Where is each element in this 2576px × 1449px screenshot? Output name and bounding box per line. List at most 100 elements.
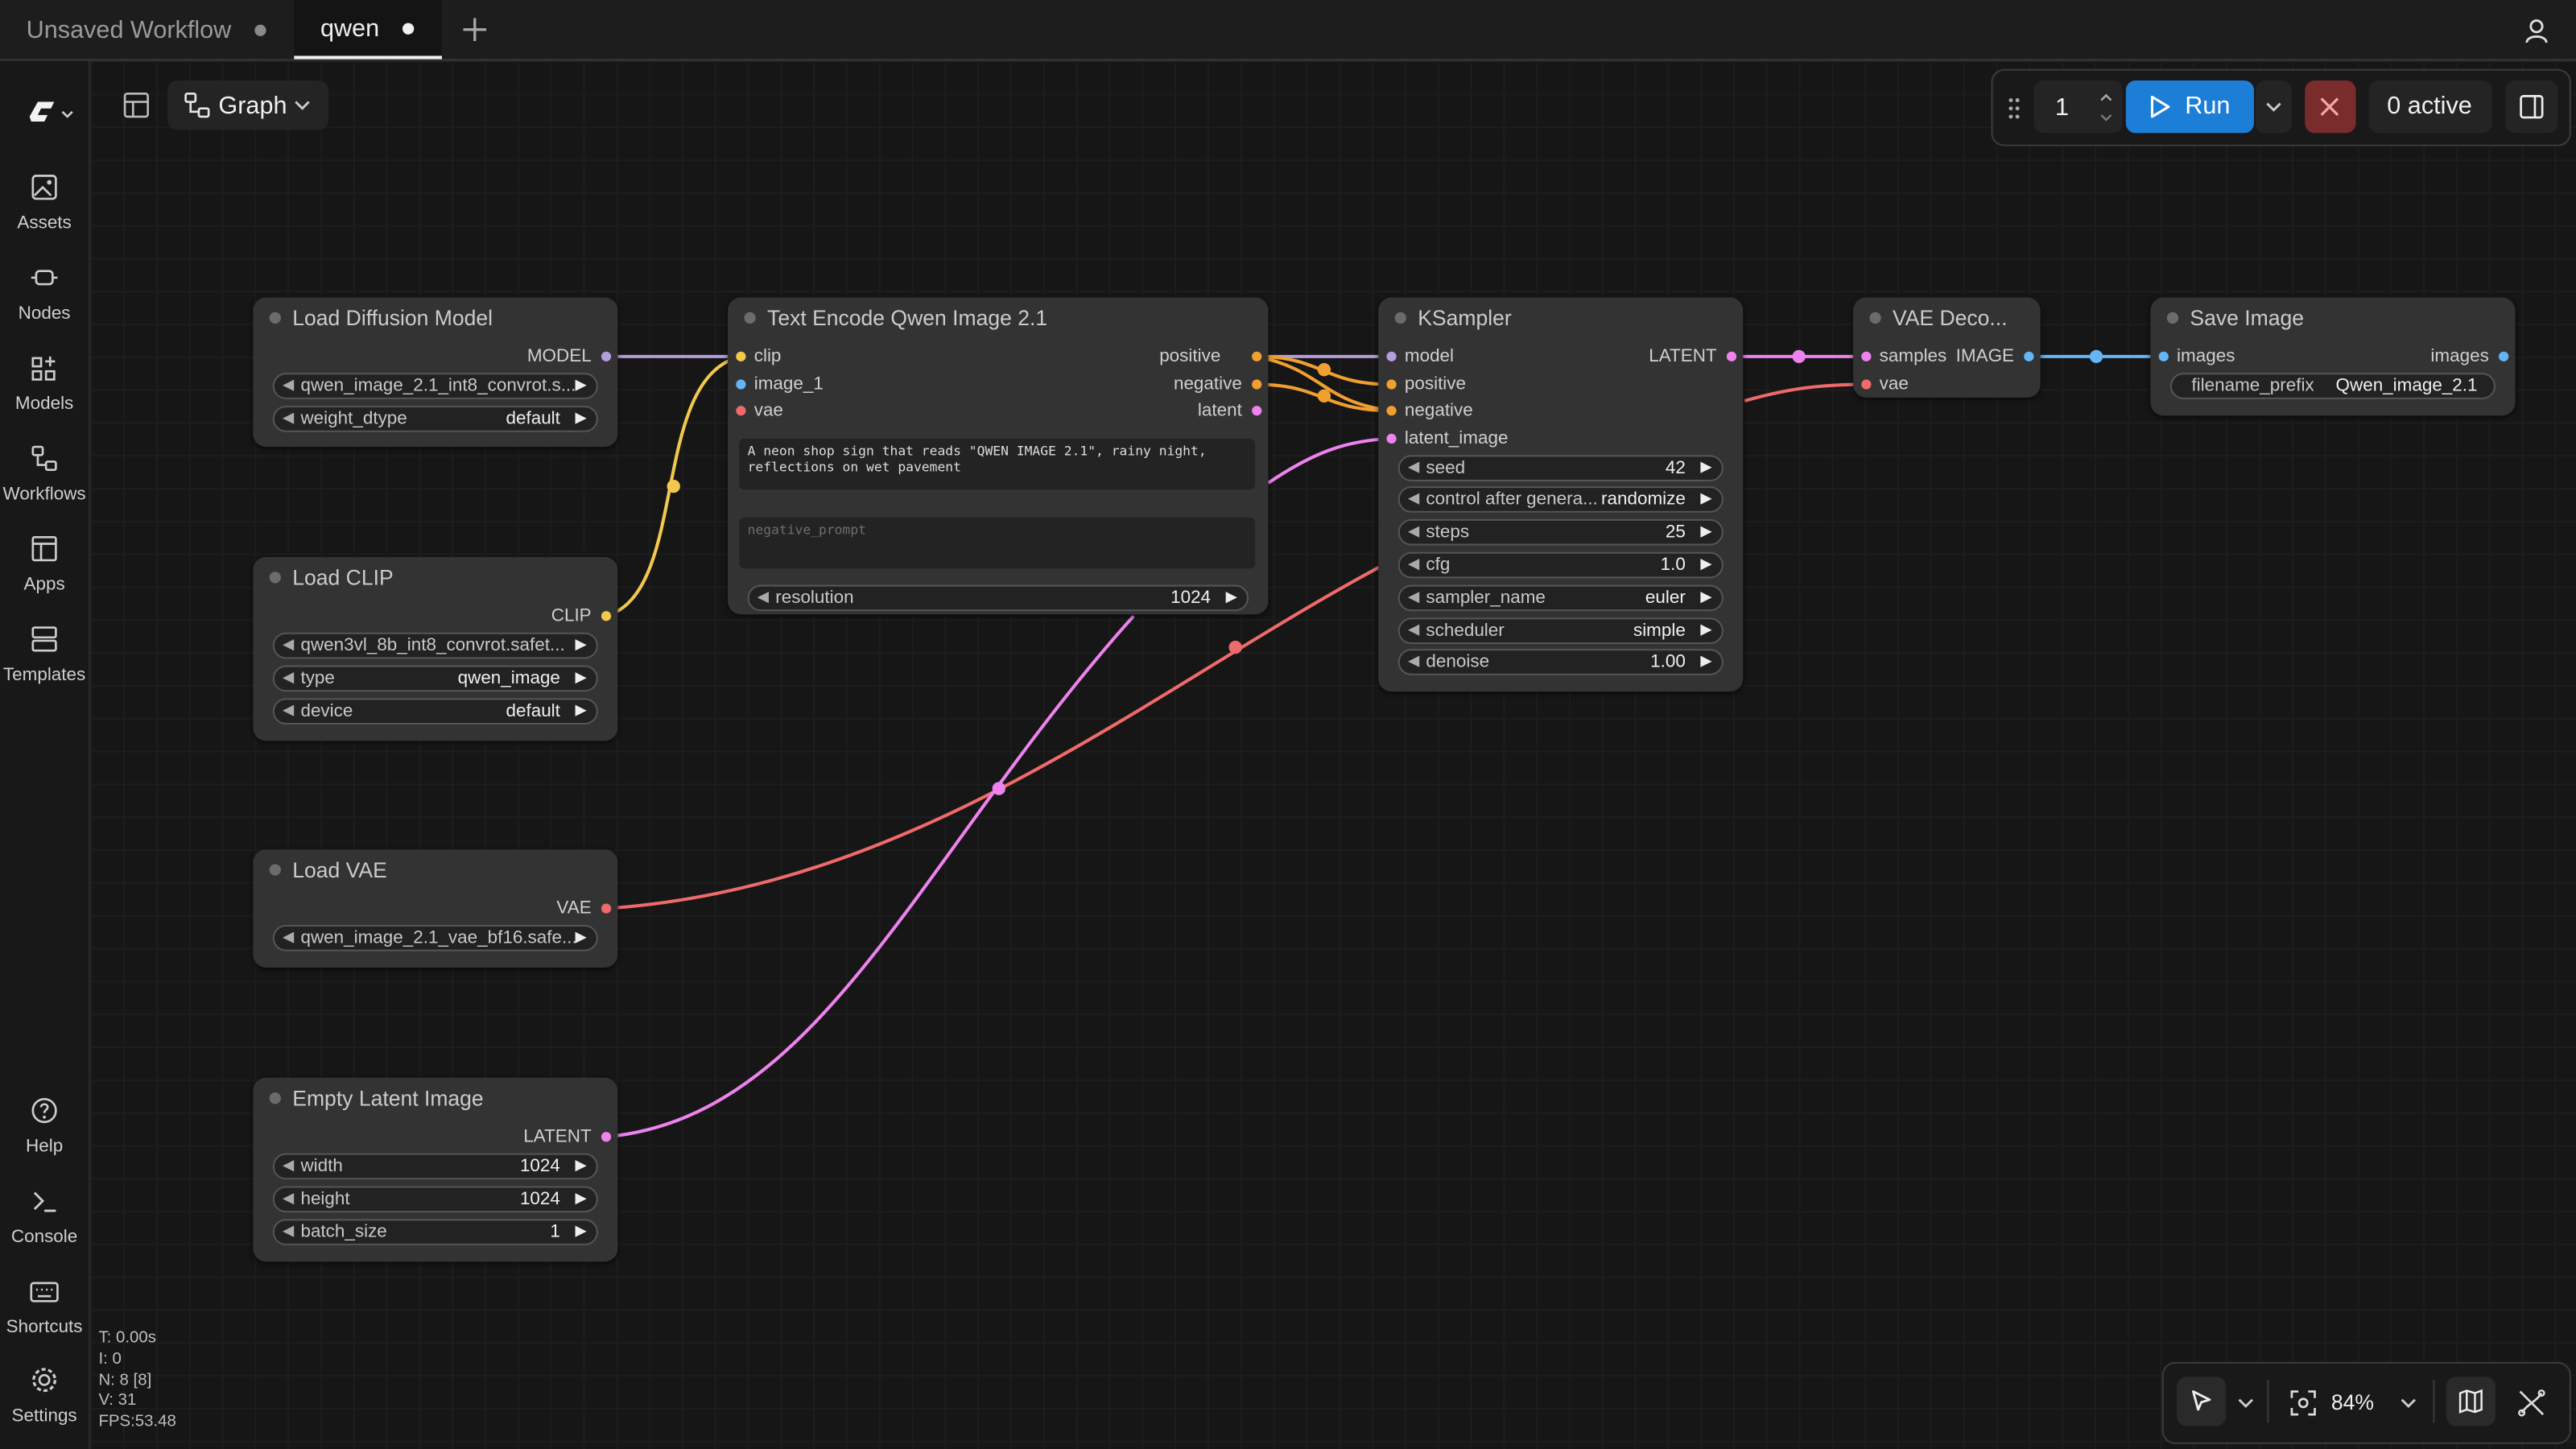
node-title-bar[interactable]: KSampler xyxy=(1378,297,1743,336)
output-slot-latent[interactable] xyxy=(1726,351,1737,361)
input-slot-samples[interactable] xyxy=(1861,351,1872,361)
widget-batch-size[interactable]: ◀ batch_size 1 ▶ xyxy=(272,1219,598,1245)
tab-unsaved-workflow[interactable]: Unsaved Workflow xyxy=(0,0,292,59)
sidebar-item-label: Assets xyxy=(17,213,72,233)
batch-count-stepper[interactable]: 1 xyxy=(2033,80,2123,134)
sidebar-item-help[interactable]: Help xyxy=(0,1096,89,1157)
node-title-bar[interactable]: Text Encode Qwen Image 2.1 xyxy=(728,297,1268,336)
node-load-clip[interactable]: Load CLIP CLIP ◀ qwen3vl_8b_int8_convrot.… xyxy=(253,556,618,741)
node-title-bar[interactable]: Save Image xyxy=(2150,297,2515,336)
view-mode-dropdown[interactable]: Graph xyxy=(167,80,329,130)
chevron-down-icon[interactable] xyxy=(2236,1395,2256,1411)
output-slot-label: CLIP xyxy=(551,606,592,626)
sidebar-item-console[interactable]: Console xyxy=(0,1186,89,1247)
toggle-right-panel-button[interactable] xyxy=(2505,80,2558,134)
sidebar-item-nodes[interactable]: Nodes xyxy=(0,263,89,324)
input-slot-vae[interactable] xyxy=(1861,379,1872,390)
sidebar-item-label: Help xyxy=(26,1137,64,1157)
output-slot-label: positive xyxy=(1159,346,1221,367)
widget-cfg[interactable]: ◀ cfg 1.0 ▶ xyxy=(1397,551,1724,579)
queue-status-button[interactable]: 0 active xyxy=(2368,80,2492,134)
widget-denoise[interactable]: ◀ denoise 1.00 ▶ xyxy=(1397,649,1724,675)
output-slot-image[interactable] xyxy=(2024,351,2034,361)
node-text-encode-qwen[interactable]: Text Encode Qwen Image 2.1 clip image_1 … xyxy=(728,297,1269,615)
output-slot-latent[interactable] xyxy=(1252,406,1262,416)
input-slot-model[interactable] xyxy=(1386,351,1397,361)
input-slot-positive[interactable] xyxy=(1386,379,1397,390)
select-tool-button[interactable] xyxy=(2177,1377,2227,1426)
negative-prompt-textarea[interactable]: negative_prompt xyxy=(739,517,1256,569)
node-load-vae[interactable]: Load VAE VAE ◀ qwen_image_2.1_vae_bf16.sa… xyxy=(253,849,618,968)
widget-seed[interactable]: ◀ seed 42 ▶ xyxy=(1397,455,1724,481)
input-slot-image[interactable] xyxy=(736,379,746,390)
stepper-arrows-icon[interactable] xyxy=(2096,87,2116,126)
run-button[interactable]: Run xyxy=(2125,80,2254,134)
sidebar-item-templates[interactable]: Templates xyxy=(0,625,89,685)
output-slot-negative[interactable] xyxy=(1252,379,1262,390)
prompt-textarea[interactable]: A neon shop sign that reads "QWEN IMAGE … xyxy=(739,438,1256,490)
node-title-bar[interactable]: Empty Latent Image xyxy=(253,1078,617,1117)
node-title-bar[interactable]: VAE Deco... xyxy=(1853,297,2041,336)
output-slot-clip[interactable] xyxy=(601,611,612,621)
widget-value: default xyxy=(506,701,560,721)
widget-type[interactable]: ◀ type qwen_image ▶ xyxy=(272,665,598,692)
cancel-button[interactable] xyxy=(2305,80,2356,134)
widget-resolution[interactable]: ◀ resolution 1024 ▶ xyxy=(747,584,1249,612)
widget-control-after-generate[interactable]: ◀ control after genera... randomize ▶ xyxy=(1397,486,1724,513)
tab-qwen[interactable]: qwen xyxy=(294,0,442,60)
node-title-bar[interactable]: Load CLIP xyxy=(253,557,617,597)
input-slot-latent-image[interactable] xyxy=(1386,433,1397,444)
sidebar-item-models[interactable]: Models xyxy=(0,353,89,414)
input-slot-negative[interactable] xyxy=(1386,406,1397,416)
input-slot-images[interactable] xyxy=(2158,351,2169,361)
output-slot-vae[interactable] xyxy=(601,903,612,914)
output-slot-latent[interactable] xyxy=(601,1132,612,1142)
user-account-button[interactable] xyxy=(2520,14,2553,47)
widget-value: euler xyxy=(1645,588,1686,609)
node-save-image[interactable]: Save Image images images filename_prefix… xyxy=(2150,297,2516,416)
minimap-toggle-button[interactable] xyxy=(2446,1377,2496,1426)
sidebar-item-workflows[interactable]: Workflows xyxy=(0,444,89,505)
widget-clip-name[interactable]: ◀ qwen3vl_8b_int8_convrot.safet... ▶ xyxy=(272,632,598,659)
widget-label: filename_prefix xyxy=(2191,376,2314,396)
widget-steps[interactable]: ◀ steps 25 ▶ xyxy=(1397,518,1724,546)
sidebar-item-settings[interactable]: Settings xyxy=(0,1365,89,1426)
widget-label: width xyxy=(300,1156,343,1177)
widget-width[interactable]: ◀ width 1024 ▶ xyxy=(272,1153,598,1180)
output-slot-model[interactable] xyxy=(601,351,612,361)
node-empty-latent-image[interactable]: Empty Latent Image LATENT ◀ width 1024 ▶ ◀ h… xyxy=(253,1077,618,1262)
widget-weight-dtype[interactable]: ◀ weight_dtype default ▶ xyxy=(272,406,598,432)
widget-label: weight_dtype xyxy=(300,409,407,429)
toggle-panel-button[interactable] xyxy=(120,89,153,122)
node-title-bar[interactable]: Load Diffusion Model xyxy=(253,297,617,336)
node-load-diffusion-model[interactable]: Load Diffusion Model MODEL ◀ qwen_image_2… xyxy=(253,297,618,448)
input-slot-clip[interactable] xyxy=(736,351,746,361)
output-slot-images[interactable] xyxy=(2499,351,2509,361)
hide-links-icon[interactable] xyxy=(2517,1388,2547,1418)
input-slot-label: vae xyxy=(1879,374,1909,394)
node-vae-decode[interactable]: VAE Deco... samples vae IMAGE xyxy=(1853,297,2041,398)
comfy-logo-menu[interactable] xyxy=(25,97,80,133)
widget-vae-name[interactable]: ◀ qwen_image_2.1_vae_bf16.safe... ▶ xyxy=(272,924,598,952)
chevron-down-icon[interactable] xyxy=(2399,1395,2418,1411)
sidebar-item-apps[interactable]: Apps xyxy=(0,534,89,595)
sidebar-item-assets[interactable]: Assets xyxy=(0,172,89,233)
drag-handle-icon[interactable] xyxy=(2006,95,2022,122)
output-slot-positive[interactable] xyxy=(1252,351,1262,361)
node-title-bar[interactable]: Load VAE xyxy=(253,849,617,889)
widget-sampler-name[interactable]: ◀ sampler_name euler ▶ xyxy=(1397,584,1724,612)
widget-height[interactable]: ◀ height 1024 ▶ xyxy=(272,1186,598,1213)
sidebar-item-shortcuts[interactable]: Shortcuts xyxy=(0,1277,89,1337)
new-tab-button[interactable] xyxy=(458,13,491,46)
fit-view-icon[interactable] xyxy=(2289,1388,2318,1418)
run-options-dropdown[interactable] xyxy=(2256,80,2292,134)
widget-filename-prefix[interactable]: filename_prefix Qwen_image_2.1 xyxy=(2169,373,2496,399)
input-slot-vae[interactable] xyxy=(736,406,746,416)
zoom-level[interactable]: 84% xyxy=(2331,1390,2374,1415)
widget-scheduler[interactable]: ◀ scheduler simple ▶ xyxy=(1397,617,1724,644)
widget-unet-name[interactable]: ◀ qwen_image_2.1_int8_convrot.s... ▶ xyxy=(272,373,598,399)
widget-device[interactable]: ◀ device default ▶ xyxy=(272,698,598,724)
output-slot-label: MODEL xyxy=(526,346,592,367)
node-ksampler[interactable]: KSampler model positive negative latent_… xyxy=(1378,297,1744,692)
tab-label: qwen xyxy=(320,14,380,43)
